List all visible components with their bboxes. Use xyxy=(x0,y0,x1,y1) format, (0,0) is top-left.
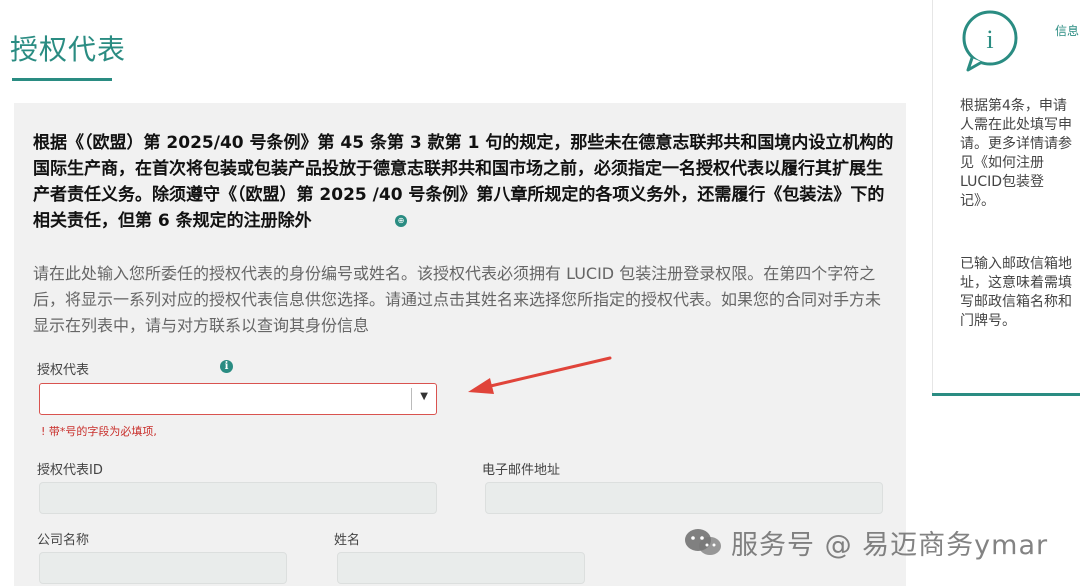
info-icon[interactable]: i xyxy=(220,360,233,373)
rep-select[interactable]: ▼ xyxy=(39,383,437,415)
rep-label: 授权代表 xyxy=(37,363,90,378)
main-panel: 根据《（欧盟）第 2025/40 号条例》第 45 条第 3 款第 1 句的规定… xyxy=(14,103,906,586)
side-info-letter: i xyxy=(986,25,993,54)
side-text-application: 根据第4条，申请人需在此处填写申请。更多详情请参见《如何注册LUCID包装登记》… xyxy=(960,98,1072,209)
info-icon: i xyxy=(962,10,1018,72)
legal-text: 根据《（欧盟）第 2025/40 号条例》第 45 条第 3 款第 1 句的规定… xyxy=(33,133,894,231)
stray-marker-icon: ⊕ xyxy=(395,215,407,227)
watermark: 服务号 @ 易迈商务ymar xyxy=(683,522,1048,562)
name-input[interactable] xyxy=(337,552,585,584)
side-panel-accent xyxy=(932,393,1080,396)
required-note: ! 带*号的字段为必填项, xyxy=(41,425,157,438)
select-divider xyxy=(411,388,412,410)
wechat-icon xyxy=(685,529,721,555)
title-underline xyxy=(12,78,112,81)
watermark-text: 服务号 @ 易迈商务ymar xyxy=(731,529,1049,561)
rep-id-label: 授权代表ID xyxy=(37,463,103,478)
page-title: 授权代表 xyxy=(10,33,127,66)
side-text-pobox: 已输入邮政信箱地址，这意味着需填写邮政信箱名称和门牌号。 xyxy=(960,256,1072,329)
caret-down-icon[interactable]: ▼ xyxy=(420,391,428,402)
instructions-text: 请在此处输入您所委任的授权代表的身份编号或姓名。该授权代表必须拥有 LUCID … xyxy=(33,264,882,335)
company-label: 公司名称 xyxy=(37,533,90,548)
company-input[interactable] xyxy=(39,552,287,584)
name-label: 姓名 xyxy=(334,533,361,548)
rep-id-input[interactable] xyxy=(39,482,437,514)
email-label: 电子邮件地址 xyxy=(482,463,561,478)
email-input[interactable] xyxy=(485,482,883,514)
side-heading: 信息 xyxy=(1055,24,1080,38)
red-arrow-annotation xyxy=(468,356,612,394)
